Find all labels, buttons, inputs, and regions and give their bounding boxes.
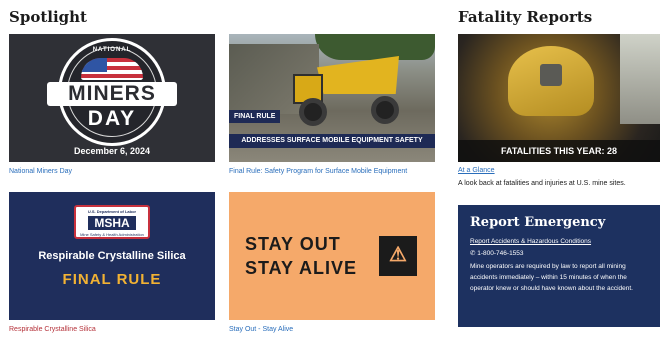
silica-link[interactable]: Respirable Crystalline Silica <box>9 326 96 333</box>
final-rule-card[interactable]: FINAL RULE ADDRESSES SURFACE MOBILE EQUI… <box>229 34 435 162</box>
phone-number[interactable]: 1-800-746-1553 <box>477 250 523 257</box>
phone-line[interactable]: ✆ 1-800-746-1553 <box>470 249 648 257</box>
falling-person-warning-icon: ⚠ <box>379 236 417 276</box>
fatality-description: A look back at fatalities and injuries a… <box>458 180 626 187</box>
badge-day-text: DAY <box>87 107 137 130</box>
final-rule-link[interactable]: Final Rule: Safety Program for Surface M… <box>229 168 407 175</box>
fatality-photo-card[interactable]: FATALITIES THIS YEAR: 28 <box>458 34 660 162</box>
miners-day-date: December 6, 2024 <box>73 146 151 156</box>
report-body-text: Mine operators are required by law to re… <box>470 263 633 292</box>
truck-wheel <box>299 98 327 126</box>
at-a-glance-link[interactable]: At a Glance <box>458 167 495 174</box>
stay-out-link[interactable]: Stay Out - Stay Alive <box>229 326 293 333</box>
trees-background <box>315 34 435 60</box>
report-emergency-panel: Report Emergency Report Accidents & Haza… <box>458 205 660 327</box>
stay-out-text: STAY OUT <box>245 234 341 254</box>
silica-final-rule: FINAL RULE <box>62 271 162 288</box>
msha-word: MSHA <box>88 216 136 230</box>
spotlight-heading: Spotlight <box>9 8 87 26</box>
final-rule-banner: ADDRESSES SURFACE MOBILE EQUIPMENT SAFET… <box>229 134 435 148</box>
fatalities-this-year-banner: FATALITIES THIS YEAR: 28 <box>458 140 660 162</box>
miners-day-card[interactable]: NATIONAL MINERS DAY December 6, 2024 <box>9 34 215 162</box>
truck-wheel <box>371 96 399 124</box>
msha-dept-text: U.S. Department of Labor <box>87 209 137 214</box>
stay-alive-text: STAY ALIVE <box>245 258 358 278</box>
miners-day-link[interactable]: National Miners Day <box>9 168 72 175</box>
msha-logo: U.S. Department of Labor MSHA Mine Safet… <box>74 205 150 239</box>
miners-day-badge: NATIONAL MINERS DAY <box>47 38 177 146</box>
badge-top-text: NATIONAL <box>92 47 132 53</box>
flag-helmet-icon <box>81 58 143 80</box>
msha-sub-text: Mine Safety & Health Administration <box>80 232 144 237</box>
report-accidents-link[interactable]: Report Accidents & Hazardous Conditions <box>470 238 648 245</box>
stay-out-card[interactable]: STAY OUT STAY ALIVE ⚠ <box>229 192 435 320</box>
silica-title: Respirable Crystalline Silica <box>38 250 186 262</box>
warning-glyph: ⚠ <box>389 244 407 266</box>
fatality-reports-heading: Fatality Reports <box>458 8 593 26</box>
window-light <box>620 34 660 124</box>
badge-miners-text: MINERS <box>47 82 177 106</box>
dump-truck-bed <box>317 56 399 94</box>
final-rule-label: FINAL RULE <box>229 110 281 123</box>
report-emergency-title: Report Emergency <box>470 215 606 230</box>
helmet-lamp <box>540 64 562 86</box>
silica-card[interactable]: U.S. Department of Labor MSHA Mine Safet… <box>9 192 215 320</box>
